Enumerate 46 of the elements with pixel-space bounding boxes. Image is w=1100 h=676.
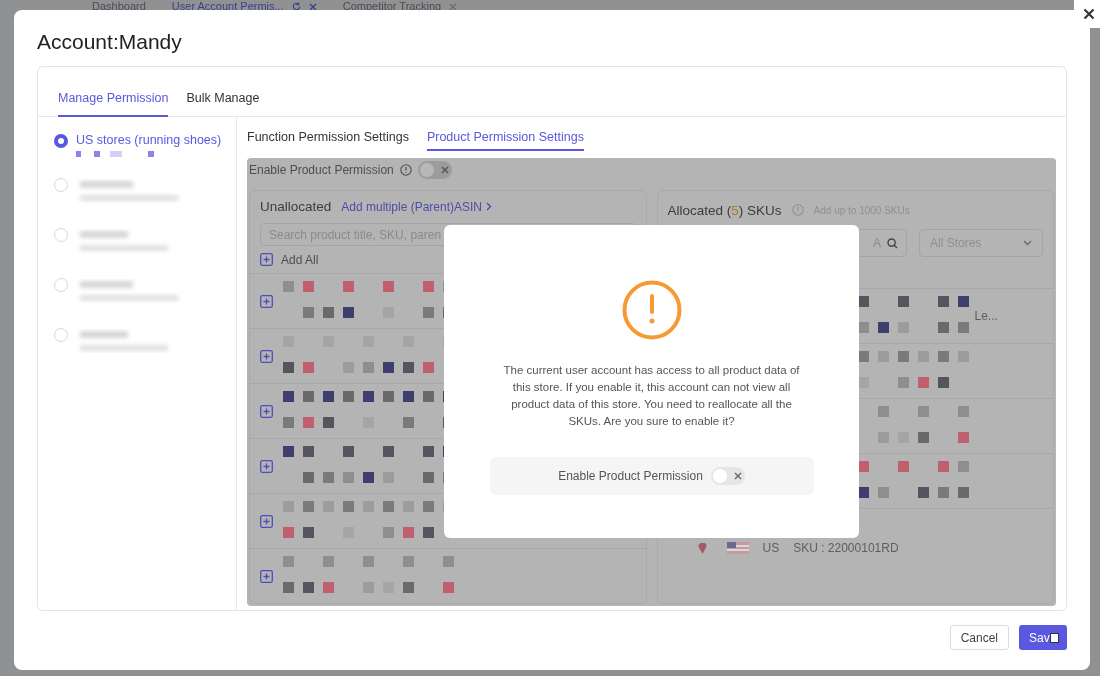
info-icon <box>399 164 412 176</box>
plus-icon[interactable] <box>260 294 273 308</box>
plus-icon[interactable] <box>260 569 273 583</box>
confirm-message: The current user account has access to all product data of this store. If you enable it, this account can not view all product data of this store. You need to reallocate all the SKUs. Are you sure to enable it? <box>502 363 801 429</box>
tab[interactable]: Manage Permission <box>58 79 169 117</box>
close-icon <box>733 472 742 480</box>
settings-tab[interactable]: Product Permission Settings <box>426 123 584 151</box>
sku-code: SKU : 22000101RD <box>793 541 899 555</box>
background-tab[interactable]: Competitor Tracking <box>342 1 458 12</box>
store-name[interactable]: US stores (running shoes) <box>76 133 222 147</box>
tab[interactable]: Bulk Manage <box>186 79 260 117</box>
plus-icon[interactable] <box>260 349 273 363</box>
refresh-icon <box>291 2 301 11</box>
plus-icon[interactable] <box>260 404 273 418</box>
add-asin-link[interactable]: Add multiple (Parent)ASIN <box>341 199 493 214</box>
panel-title: Unallocated <box>260 199 332 215</box>
store-radio[interactable] <box>54 134 68 148</box>
save-button[interactable]: Sav <box>1019 625 1067 650</box>
country-code: US <box>762 541 780 555</box>
close-icon <box>440 166 449 174</box>
info-icon <box>791 204 804 216</box>
toggle-label: Enable Product Permission <box>249 163 394 177</box>
close-icon <box>308 2 317 11</box>
pin-icon <box>697 542 707 554</box>
plus-icon[interactable] <box>260 459 273 473</box>
plus-icon[interactable] <box>260 253 273 267</box>
chevron-down-icon <box>1023 240 1032 246</box>
add-all-button[interactable]: Add All <box>250 246 646 273</box>
background-tab[interactable]: User Account Permis... <box>171 1 317 12</box>
search-icon <box>887 237 898 249</box>
close-icon <box>1083 8 1095 20</box>
cursor-icon <box>1050 633 1059 643</box>
close-icon <box>449 2 458 11</box>
dialog-title: Account:Mandy <box>37 29 183 55</box>
permission-toggle[interactable] <box>417 161 452 179</box>
product-title: Le... <box>974 309 998 323</box>
warning-icon <box>621 280 682 340</box>
permission-toggle[interactable] <box>710 467 745 485</box>
settings-tab[interactable]: Function Permission Settings <box>247 123 409 151</box>
cancel-button[interactable]: Cancel <box>949 625 1009 650</box>
chevron-right-icon <box>486 202 493 212</box>
background-tab[interactable]: Dashboard <box>92 1 146 12</box>
plus-icon[interactable] <box>260 514 273 528</box>
toggle-label: Enable Product Permission <box>558 469 703 483</box>
panel-title: Allocated (5) SKUs <box>667 202 782 218</box>
flag-icon <box>726 542 749 554</box>
